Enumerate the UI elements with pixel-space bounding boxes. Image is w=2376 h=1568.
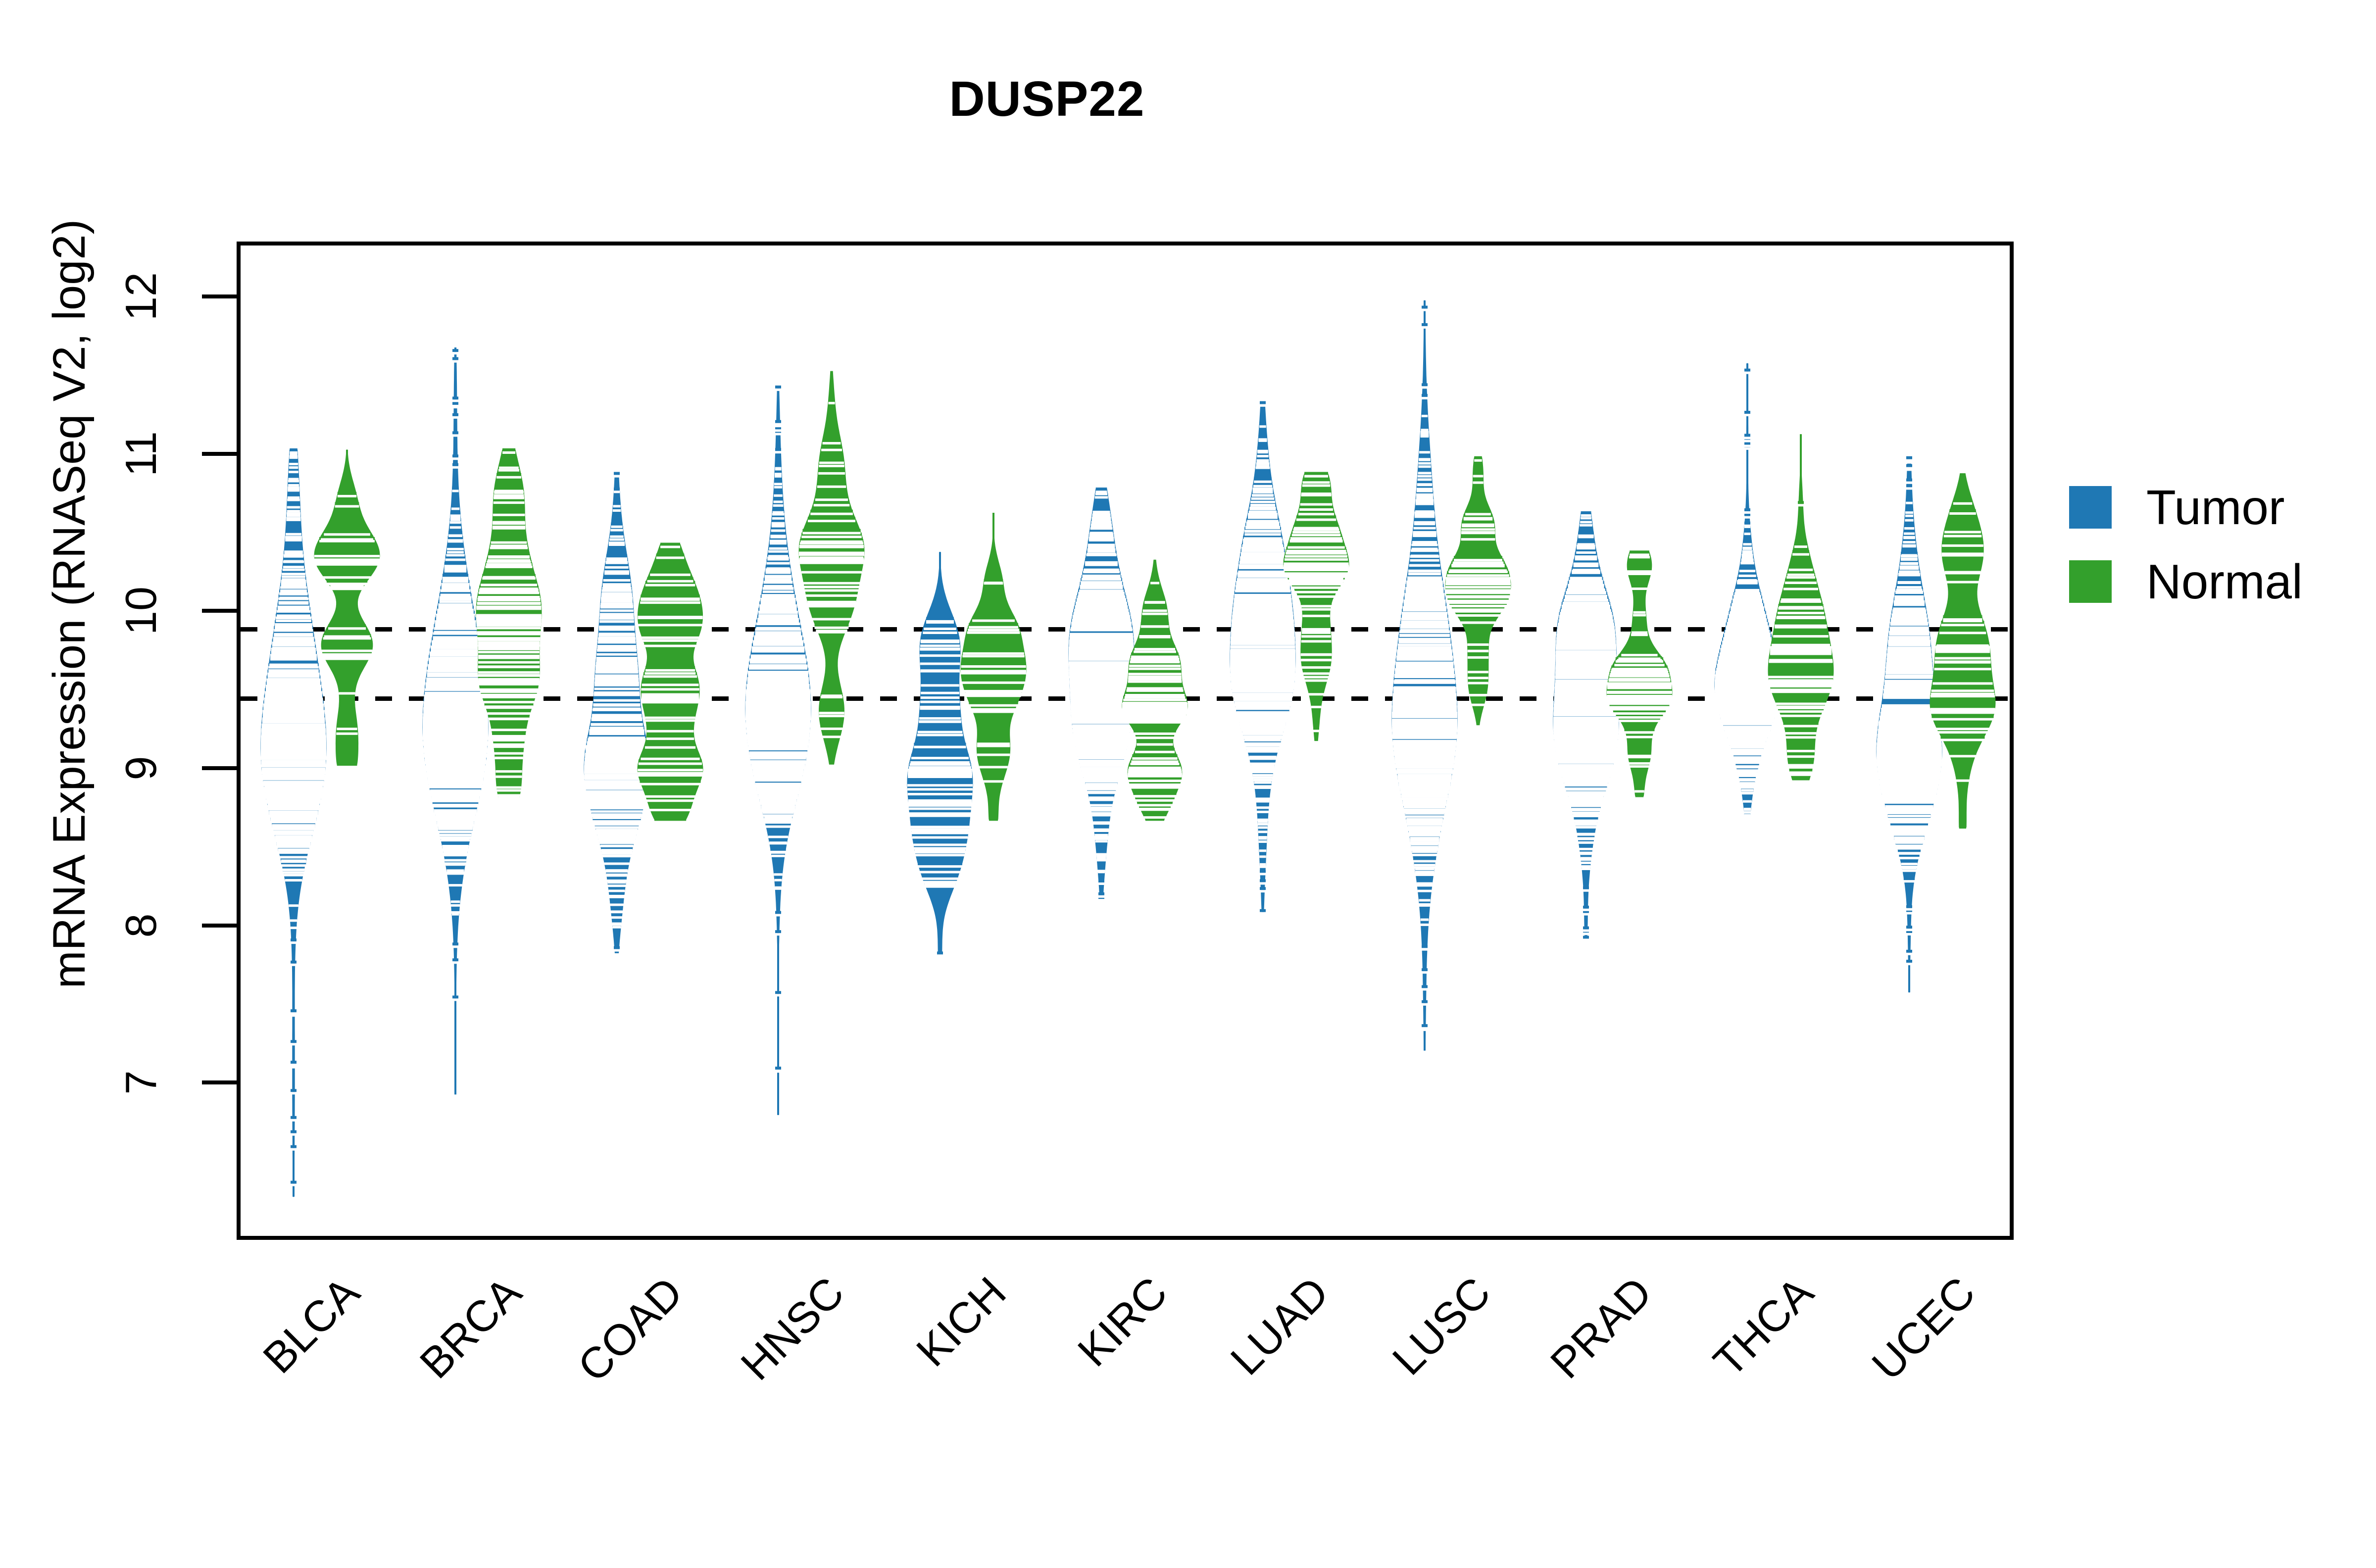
y-axis-tick bbox=[202, 766, 237, 770]
x-axis-tick-label-luad: LUAD bbox=[1040, 1270, 1336, 1567]
violin-normal-luad[interactable] bbox=[1282, 245, 1351, 1236]
violin-normal-brca[interactable] bbox=[474, 245, 544, 1236]
y-axis-tick bbox=[202, 294, 237, 298]
y-axis-tick-label: 11 bbox=[116, 414, 166, 493]
violin-normal-kich[interactable] bbox=[959, 245, 1028, 1236]
median-line bbox=[1445, 577, 1510, 584]
page-title: DUSP22 bbox=[0, 74, 2094, 124]
x-axis-tick-label-kich: KICH bbox=[716, 1270, 1013, 1567]
y-axis-tick-label: 9 bbox=[116, 729, 166, 808]
x-axis-tick-label-coad: COAD bbox=[394, 1270, 691, 1567]
median-line bbox=[642, 693, 699, 700]
median-line bbox=[800, 556, 864, 563]
sample-ticks bbox=[1284, 472, 1349, 733]
legend-label: Tumor bbox=[2146, 483, 2285, 532]
x-axis-tick-label-blca: BLCA bbox=[70, 1270, 367, 1567]
x-axis-tick-label-prad: PRAD bbox=[1363, 1270, 1660, 1567]
violin-spine bbox=[939, 552, 941, 953]
y-axis-tick-label: 8 bbox=[116, 886, 166, 965]
legend-swatch-normal bbox=[2069, 560, 2112, 603]
violin-normal-thca[interactable] bbox=[1766, 245, 1835, 1236]
median-line bbox=[1770, 646, 1832, 653]
y-axis-tick bbox=[202, 1080, 237, 1084]
y-axis-tick bbox=[202, 924, 237, 928]
violin-normal-blca[interactable] bbox=[312, 245, 382, 1236]
x-axis-tick-label-brca: BRCA bbox=[232, 1270, 529, 1567]
chart-root: DUSP22 mRNA Expression (RNASeq V2, log2)… bbox=[0, 0, 2376, 1485]
y-axis-title-label: mRNA Expression (RNASeq V2, log2) bbox=[44, 219, 96, 988]
plot-area bbox=[237, 242, 2014, 1240]
legend-item-normal[interactable]: Normal bbox=[2069, 544, 2303, 619]
x-axis-tick-label-kirc: KIRC bbox=[878, 1270, 1175, 1567]
y-axis-tick bbox=[202, 609, 237, 613]
y-axis-tick-label: 12 bbox=[116, 257, 166, 336]
violin-normal-ucec[interactable] bbox=[1928, 245, 1997, 1236]
legend: Tumor Normal bbox=[2069, 470, 2303, 619]
median-line bbox=[1289, 577, 1343, 584]
x-axis-tick-label-lusc: LUSC bbox=[1201, 1270, 1498, 1567]
y-axis-tick bbox=[202, 452, 237, 456]
plot-inner bbox=[241, 245, 2010, 1236]
violin-normal-kirc[interactable] bbox=[1120, 245, 1189, 1236]
violin-spine bbox=[831, 371, 833, 764]
violin-normal-hnsc[interactable] bbox=[797, 245, 866, 1236]
sample-ticks bbox=[638, 543, 703, 824]
violin-normal-lusc[interactable] bbox=[1443, 245, 1513, 1236]
y-axis-tick-label: 7 bbox=[116, 1043, 166, 1122]
median-line bbox=[1607, 682, 1672, 689]
sample-ticks bbox=[1607, 550, 1672, 799]
violin-normal-coad[interactable] bbox=[636, 245, 705, 1236]
median-line bbox=[1122, 703, 1188, 710]
x-axis-tick-label-ucec: UCEC bbox=[1685, 1270, 1982, 1567]
legend-swatch-tumor bbox=[2069, 486, 2112, 529]
legend-item-tumor[interactable]: Tumor bbox=[2069, 470, 2303, 544]
median-line bbox=[476, 619, 541, 626]
legend-label: Normal bbox=[2146, 557, 2303, 606]
median-line bbox=[1935, 646, 1990, 653]
y-axis-title: mRNA Expression (RNASeq V2, log2) bbox=[40, 158, 99, 1049]
x-axis-tick-label-thca: THCA bbox=[1524, 1270, 1821, 1567]
violin-normal-prad[interactable] bbox=[1605, 245, 1674, 1236]
y-axis-tick-label: 10 bbox=[116, 571, 166, 650]
median-line bbox=[966, 690, 1021, 697]
median-line bbox=[330, 583, 364, 590]
x-axis-tick-label-hnsc: HNSC bbox=[555, 1270, 852, 1567]
